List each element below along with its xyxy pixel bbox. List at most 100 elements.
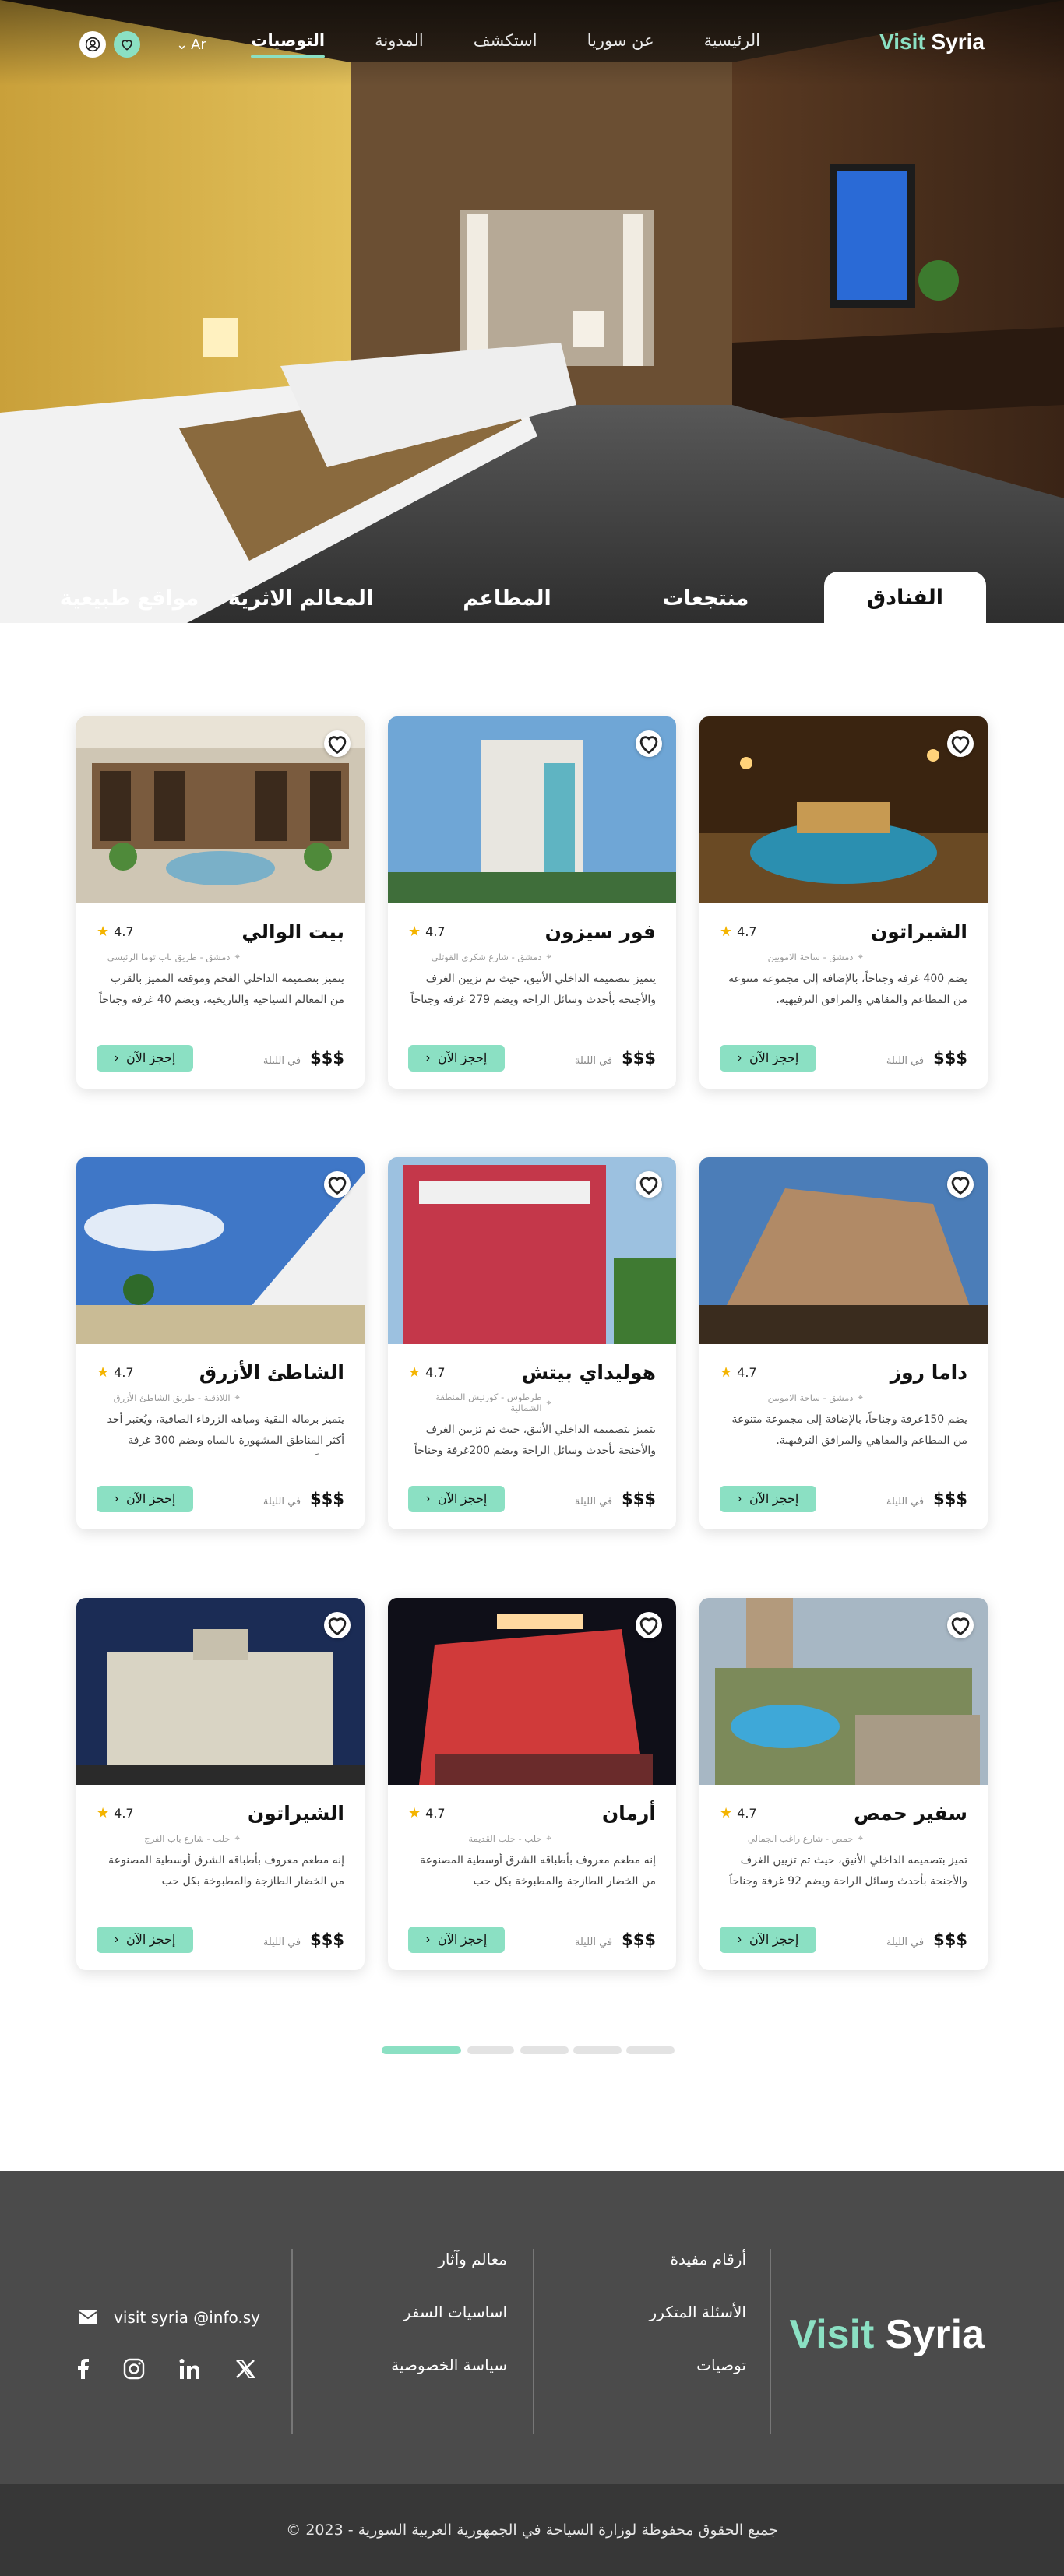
hotel-name: أرمان — [601, 1802, 656, 1825]
nav-explore[interactable]: استكشف — [474, 31, 537, 50]
site-logo[interactable]: Visit Syria — [879, 30, 985, 55]
linkedin-icon[interactable] — [179, 2358, 201, 2380]
page-indicator-2[interactable] — [467, 2046, 514, 2054]
hotel-room-photo — [0, 0, 1064, 623]
hotel-address: ⌖ دمشق - طريق باب توما الرئيسي — [97, 951, 344, 962]
hotel-card[interactable]: فور سيزون ★ 4.7 ⌖ دمشق - شارع شكري القوتلي… — [388, 716, 676, 1089]
rating: ★ 4.7 — [97, 924, 134, 940]
footer-email[interactable]: visit syria @info.sy — [78, 2308, 260, 2327]
page-indicator-1[interactable] — [382, 2046, 461, 2054]
book-now-button[interactable]: إحجز الآن ‹ — [720, 1486, 816, 1512]
x-icon[interactable] — [235, 2359, 255, 2379]
chevron-left-icon: ‹ — [114, 1051, 119, 1065]
location-pin-icon: ⌖ — [858, 951, 863, 962]
location-pin-icon: ⌖ — [234, 1832, 240, 1843]
chevron-left-icon: ‹ — [425, 1492, 431, 1505]
logo-text: Syria — [931, 30, 985, 54]
hotel-name: الشيراتون — [247, 1802, 344, 1825]
footer-divider — [533, 2249, 534, 2434]
hotel-name: الشاطئ الأزرق — [199, 1361, 344, 1384]
hotel-photo — [699, 716, 988, 903]
nav-blog[interactable]: المدونة — [375, 31, 424, 50]
user-icon[interactable] — [79, 31, 106, 58]
page-indicator-5[interactable] — [626, 2046, 675, 2054]
price-info: $$$ في الليلة — [575, 1049, 656, 1068]
book-now-button[interactable]: إحجز الآن ‹ — [97, 1045, 193, 1072]
pagination — [0, 2039, 1064, 2171]
facebook-icon[interactable] — [78, 2359, 89, 2379]
footer-link-useful-numbers[interactable]: أرقام مفيدة — [650, 2250, 746, 2268]
book-now-button[interactable]: إحجز الآن ‹ — [97, 1927, 193, 1953]
hotel-photo — [388, 1598, 676, 1785]
favorite-heart-icon[interactable] — [636, 1612, 662, 1638]
tab-heritage-sites[interactable]: المعالم الاثرية — [199, 573, 402, 623]
heart-icon[interactable] — [114, 31, 140, 58]
rating-value: 4.7 — [737, 924, 757, 939]
hotel-card[interactable]: بيت الوالي ★ 4.7 ⌖ دمشق - طريق باب توما ال… — [76, 716, 365, 1089]
language-selector[interactable]: ⌄ Ar — [176, 37, 206, 53]
footer-link-faq[interactable]: الأسئلة المتكرر — [650, 2303, 746, 2321]
footer-link-recommendations[interactable]: توصيات — [650, 2356, 746, 2374]
footer-logo-text: Syria — [885, 2312, 985, 2357]
book-now-button[interactable]: إحجز الآن ‹ — [97, 1486, 193, 1512]
price-unit: في الليلة — [262, 1055, 301, 1067]
rating-value: 4.7 — [737, 1365, 757, 1380]
hotel-card[interactable]: أرمان ★ 4.7 ⌖ حلب - حلب القديمة إنه مطعم م… — [388, 1598, 676, 1970]
hotel-card[interactable]: الشيراتون ★ 4.7 ⌖ حلب - شارع باب الفرج إنه… — [76, 1598, 365, 1970]
footer-logo[interactable]: Visit Syria — [789, 2311, 985, 2358]
card-row: سفير حمص ★ 4.7 ⌖ حمص - شارع راغب الجمالي ت… — [0, 1598, 1064, 2039]
favorite-heart-icon[interactable] — [636, 730, 662, 757]
favorite-heart-icon[interactable] — [324, 1612, 351, 1638]
hotel-card[interactable]: الشيراتون ★ 4.7 ⌖ دمشق - ساحة الامويين يضم… — [699, 716, 988, 1089]
footer-link-privacy-policy[interactable]: سياسة الخصوصية — [391, 2356, 507, 2374]
price-info: $$$ في الليلة — [886, 1930, 967, 1949]
instagram-icon[interactable] — [123, 2358, 145, 2380]
favorite-heart-icon[interactable] — [947, 1171, 974, 1198]
price-info: $$$ في الليلة — [263, 1930, 344, 1949]
book-now-button[interactable]: إحجز الآن ‹ — [720, 1045, 816, 1072]
favorite-heart-icon[interactable] — [636, 1171, 662, 1198]
hotel-name: سفير حمص — [854, 1802, 967, 1825]
hotel-address: ⌖ حلب - شارع باب الفرج — [97, 1832, 344, 1844]
top-navigation-bar: Visit Syria الرئيسية عن سوريا استكشف الم… — [0, 0, 1064, 86]
favorite-heart-icon[interactable] — [324, 1171, 351, 1198]
hotel-address: ⌖ دمشق - ساحة الامويين — [720, 951, 967, 962]
address-text: دمشق - ساحة الامويين — [767, 951, 854, 962]
book-now-label: إحجز الآن — [749, 1052, 799, 1065]
price-info: $$$ في الليلة — [886, 1490, 967, 1508]
rating: ★ 4.7 — [408, 1805, 446, 1821]
nav-home[interactable]: الرئيسية — [704, 31, 760, 50]
book-now-button[interactable]: إحجز الآن ‹ — [408, 1045, 505, 1072]
footer-divider — [770, 2249, 771, 2434]
hotel-address: ⌖ اللاذقية - طريق الشاطئ الأزرق — [97, 1392, 344, 1403]
nav-about-syria[interactable]: عن سوريا — [587, 31, 654, 50]
favorite-heart-icon[interactable] — [947, 1612, 974, 1638]
price-level: $$$ — [622, 1490, 656, 1508]
book-now-button[interactable]: إحجز الآن ‹ — [408, 1927, 505, 1953]
book-now-button[interactable]: إحجز الآن ‹ — [408, 1486, 505, 1512]
book-now-label: إحجز الآن — [438, 1052, 488, 1065]
page-indicator-3[interactable] — [520, 2046, 569, 2054]
footer-link-travel-basics[interactable]: اساسيات السفر — [391, 2303, 507, 2321]
footer-link-landmarks[interactable]: معالم وآثار — [391, 2250, 507, 2268]
tab-natural-sites[interactable]: مواقع طبيعية — [44, 573, 215, 623]
nav-recommendations[interactable]: التوصيات — [251, 31, 325, 58]
favorite-heart-icon[interactable] — [324, 730, 351, 757]
hotel-card[interactable]: سفير حمص ★ 4.7 ⌖ حمص - شارع راغب الجمالي ت… — [699, 1598, 988, 1970]
hotel-card[interactable]: هوليداي بيتش ★ 4.7 ⌖ طرطوس - كورنيش المنطق… — [388, 1157, 676, 1529]
tab-hotels[interactable]: الفنادق — [824, 572, 986, 623]
favorite-heart-icon[interactable] — [947, 730, 974, 757]
tab-resorts[interactable]: منتجعات — [628, 573, 784, 623]
hotel-card[interactable]: الشاطئ الأزرق ★ 4.7 ⌖ اللاذقية - طريق الشا… — [76, 1157, 365, 1529]
chevron-left-icon: ‹ — [737, 1492, 742, 1505]
price-level: $$$ — [310, 1049, 344, 1068]
hotel-card[interactable]: داما روز ★ 4.7 ⌖ دمشق - ساحة الامويين يضم … — [699, 1157, 988, 1529]
tab-restaurants[interactable]: المطاعم — [417, 573, 597, 623]
star-icon: ★ — [720, 1364, 733, 1381]
star-icon: ★ — [97, 924, 110, 940]
book-now-button[interactable]: إحجز الآن ‹ — [720, 1927, 816, 1953]
price-unit: في الليلة — [574, 1055, 613, 1067]
price-unit: في الليلة — [886, 1937, 925, 1948]
page-indicator-4[interactable] — [573, 2046, 622, 2054]
hotel-name: فور سيزون — [544, 920, 656, 943]
